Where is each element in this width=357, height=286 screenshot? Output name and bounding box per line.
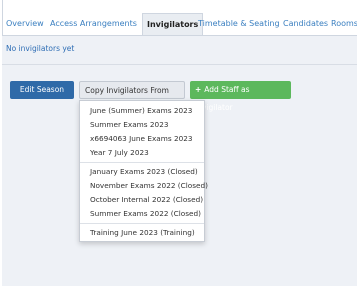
dropdown-item[interactable]: Summer Exams 2023	[90, 120, 168, 129]
edit-season-label: Edit Season	[19, 85, 65, 94]
dropdown-item[interactable]: January Exams 2023 (Closed)	[90, 167, 198, 176]
dropdown-divider	[80, 162, 204, 163]
tab-candidates[interactable]: Candidates	[279, 13, 332, 34]
dropdown-item[interactable]: June (Summer) Exams 2023	[90, 106, 192, 115]
tab-overview[interactable]: Overview	[2, 13, 48, 34]
empty-notice: No invigilators yet	[6, 44, 75, 53]
panel-separator	[2, 64, 357, 65]
tab-rooms[interactable]: Rooms	[327, 13, 357, 34]
dropdown-item[interactable]: Training June 2023 (Training)	[90, 228, 195, 237]
dropdown-item[interactable]: November Exams 2022 (Closed)	[90, 181, 208, 190]
tab-timetable-seating[interactable]: Timetable & Seating	[194, 13, 284, 34]
plus-icon: +	[195, 85, 202, 94]
dropdown-item[interactable]: Year 7 July 2023	[90, 148, 149, 157]
dropdown-divider	[80, 223, 204, 224]
copy-invigilators-dropdown: June (Summer) Exams 2023 Summer Exams 20…	[79, 100, 208, 242]
dropdown-item[interactable]: October Internal 2022 (Closed)	[90, 195, 203, 204]
copy-invigilators-button[interactable]: Copy Invigilators From ...▼	[79, 81, 185, 113]
add-staff-button[interactable]: + Add Staff as Invigilator	[190, 81, 291, 112]
dropdown-item[interactable]: Summer Exams 2022 (Closed)	[90, 209, 201, 218]
dropdown-item[interactable]: x6694063 June Exams 2023	[90, 134, 193, 143]
edit-season-button[interactable]: Edit Season	[10, 81, 74, 99]
tab-access-arrangements[interactable]: Access Arrangements	[46, 13, 141, 34]
